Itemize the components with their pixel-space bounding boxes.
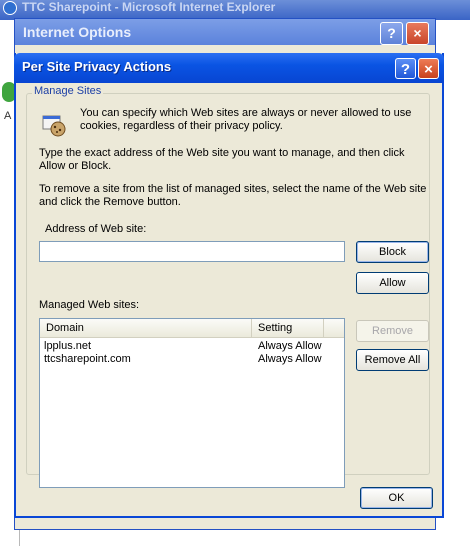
managed-sites-label: Managed Web sites: — [39, 299, 140, 311]
cookie-privacy-icon — [42, 115, 66, 137]
remove-all-button[interactable]: Remove All — [356, 349, 429, 371]
address-input[interactable] — [39, 241, 345, 262]
column-header-setting[interactable]: Setting — [252, 319, 324, 337]
domain-cell: ttcsharepoint.com — [44, 353, 131, 365]
internet-options-help-button[interactable]: ? — [380, 22, 403, 45]
setting-cell: Always Allow — [258, 353, 322, 365]
remove-button[interactable]: Remove — [356, 320, 429, 342]
list-item[interactable]: ttcsharepoint.com Always Allow — [40, 353, 344, 366]
ie-window-title: TTC Sharepoint - Microsoft Internet Expl… — [22, 0, 276, 14]
close-button[interactable]: × — [418, 58, 439, 79]
list-header: Domain Setting — [40, 319, 344, 338]
manage-sites-label: Manage Sites — [32, 85, 104, 97]
allow-button[interactable]: Allow — [356, 272, 429, 294]
domain-cell: lpplus.net — [44, 340, 92, 352]
internet-options-title: Internet Options — [15, 19, 435, 45]
instruction-text-1: Type the exact address of the Web site y… — [39, 147, 405, 172]
setting-cell: Always Allow — [258, 340, 322, 352]
per-site-privacy-dialog: Per Site Privacy Actions ? × Manage Site… — [14, 53, 444, 518]
ok-button[interactable]: OK — [360, 487, 433, 509]
info-text: You can specify which Web sites are alwa… — [80, 107, 412, 132]
list-item[interactable]: lpplus.net Always Allow — [40, 340, 344, 353]
address-label: Address of Web site: — [45, 223, 147, 235]
dialog-titlebar: Per Site Privacy Actions ? × — [14, 53, 444, 83]
managed-sites-list[interactable]: Domain Setting lpplus.net Always Allow t… — [39, 318, 345, 488]
help-button[interactable]: ? — [395, 58, 416, 79]
column-header-domain[interactable]: Domain — [40, 319, 252, 337]
dialog-title: Per Site Privacy Actions — [22, 59, 172, 74]
instruction-text-2: To remove a site from the list of manage… — [39, 183, 427, 208]
ie-logo-icon — [3, 1, 17, 15]
ie-window-titlebar: TTC Sharepoint - Microsoft Internet Expl… — [0, 0, 470, 20]
internet-options-close-button[interactable]: × — [406, 22, 429, 45]
block-button[interactable]: Block — [356, 241, 429, 263]
address-label-fragment: A — [4, 110, 12, 122]
